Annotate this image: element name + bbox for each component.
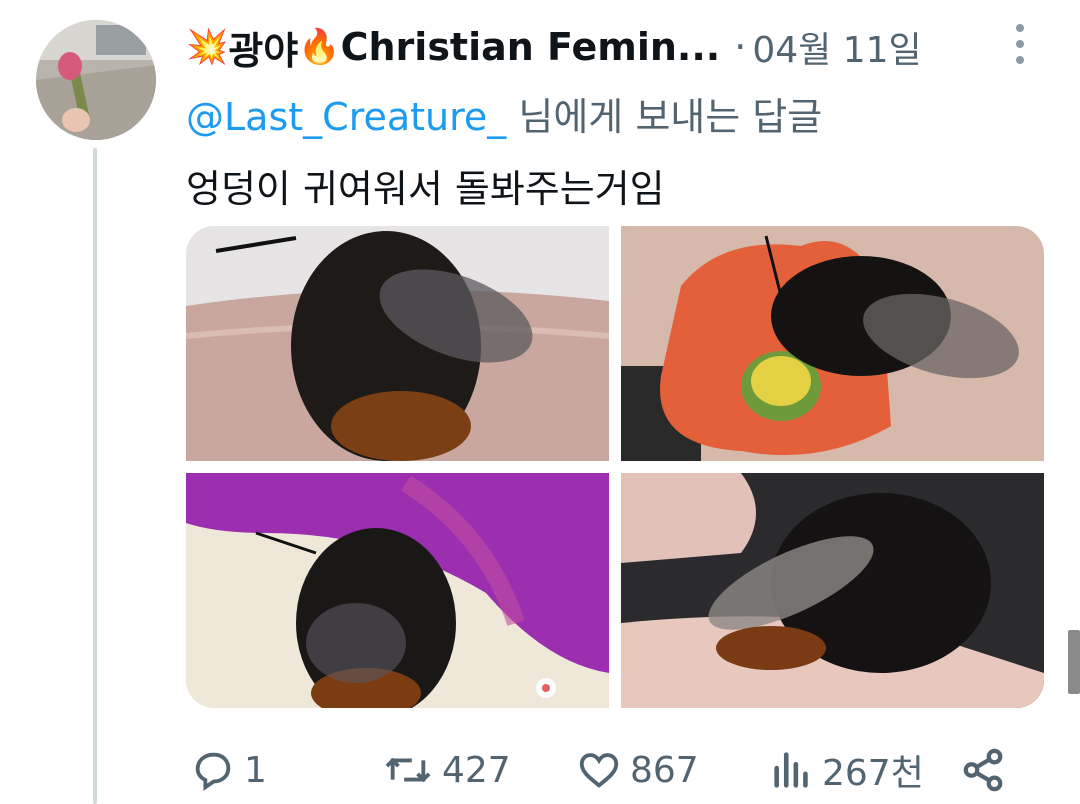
tweet-date[interactable]: 04월 11일 — [752, 21, 921, 73]
reply-handle-link[interactable]: @Last_Creature_ — [186, 95, 506, 139]
reply-context: @Last_Creature_ 님에게 보내는 답글 — [186, 86, 822, 141]
fire-emoji: 🔥 — [298, 27, 341, 67]
view-count: 267천 — [822, 753, 924, 794]
bee-on-orange-flower-photo[interactable] — [621, 226, 1044, 461]
like-count: 867 — [630, 749, 699, 791]
collision-emoji: 💥 — [186, 27, 229, 67]
reply-suffix: 님에게 보내는 답글 — [506, 95, 823, 139]
display-name-part1[interactable]: 광야 — [228, 20, 298, 75]
views-button[interactable]: 267천 — [770, 742, 924, 798]
like-button[interactable]: 867 — [576, 742, 699, 798]
retweet-count: 427 — [442, 749, 511, 791]
bee-held-in-fingers-photo[interactable] — [621, 473, 1044, 708]
reply-button[interactable]: 1 — [190, 742, 267, 798]
reply-icon — [190, 747, 236, 793]
tweet-header: 💥 광야 🔥 Christian Femin... · 04월 11일 — [186, 20, 986, 75]
reply-count: 1 — [244, 749, 267, 791]
tweet-text: 엉덩이 귀여워서 돌봐주는거임 — [186, 167, 665, 211]
scrollbar-thumb[interactable] — [1068, 630, 1080, 694]
retweet-button[interactable]: 427 — [382, 742, 511, 798]
share-icon — [960, 747, 1006, 793]
retweet-icon — [382, 747, 434, 793]
display-name-part2[interactable]: Christian Femin... — [341, 25, 721, 69]
avatar[interactable] — [36, 20, 156, 140]
action-bar: 1 427 867 267천 — [186, 742, 1016, 798]
thread-line — [93, 148, 97, 804]
views-chart-icon — [770, 747, 814, 793]
media-grid — [186, 226, 1044, 708]
more-options-icon[interactable] — [1012, 24, 1028, 64]
bee-on-hand-photo[interactable] — [186, 226, 609, 461]
header-separator: · — [734, 25, 747, 69]
share-button[interactable] — [960, 742, 1006, 798]
heart-icon — [576, 747, 622, 793]
bee-on-purple-flower-photo[interactable] — [186, 473, 609, 708]
